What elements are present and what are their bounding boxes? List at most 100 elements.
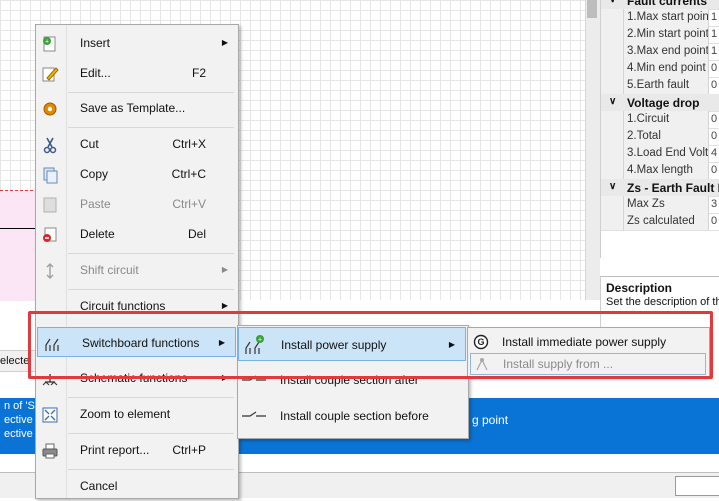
menu-item-label: Insert — [80, 36, 111, 50]
property-name: 4.Min end point — [623, 60, 709, 77]
properties-grid: ∨ Fault currents1.Max start point12.Min s… — [600, 0, 719, 258]
edit-pencil-icon — [42, 67, 59, 82]
property-row[interactable]: 3.Load End Volts 4 — [601, 145, 719, 163]
property-gutter — [601, 145, 623, 162]
description-title: Description — [606, 281, 673, 295]
shortcut-text: Ctrl+C — [171, 167, 206, 181]
property-row[interactable]: 3.Max end point 1 — [601, 43, 719, 61]
property-gutter — [601, 111, 623, 128]
property-value[interactable]: 0 — [711, 77, 719, 94]
menu-item-insert[interactable]: + Insert ▶ — [36, 28, 238, 58]
zoom-fit-icon — [42, 407, 58, 423]
property-value[interactable]: 0 — [711, 60, 719, 77]
delete-icon — [43, 227, 57, 242]
property-value[interactable]: 1 — [711, 43, 719, 60]
shift-arrows-icon — [46, 263, 54, 279]
menu-item-label: Paste — [80, 197, 111, 211]
printer-icon — [42, 443, 58, 459]
property-value[interactable]: 0 — [711, 111, 719, 128]
menu-item-shift-circuit[interactable]: Shift circuit ▶ — [36, 255, 238, 285]
menu-item-label: Edit... — [80, 66, 111, 80]
menu-separator — [68, 253, 234, 254]
property-gutter — [601, 128, 623, 145]
property-category-label: Zs - Earth Fault L — [627, 181, 719, 195]
couple-before-icon — [242, 411, 266, 417]
menu-item-print-report[interactable]: Print report... Ctrl+P — [36, 435, 238, 465]
property-name: 3.Max end point — [623, 43, 709, 60]
menu-separator — [68, 289, 234, 290]
collapse-chevron-icon[interactable]: ∨ — [609, 0, 616, 5]
circuit-line — [0, 228, 38, 229]
property-row[interactable]: 1.Max start point 1 — [601, 9, 719, 27]
property-name: 3.Load End Volts — [623, 145, 709, 162]
property-gutter — [601, 26, 623, 43]
property-gutter — [601, 77, 623, 94]
shortcut-text: Ctrl+V — [172, 197, 206, 211]
highlight-frame — [28, 311, 713, 379]
collapse-chevron-icon[interactable]: ∨ — [609, 181, 616, 192]
menu-item-copy[interactable]: Copy Ctrl+C — [36, 159, 238, 189]
submenu-arrow-icon: ▶ — [221, 38, 228, 47]
property-value[interactable]: 0 — [711, 162, 719, 179]
property-category[interactable]: ∨ Zs - Earth Fault L — [601, 179, 719, 197]
canvas-scroll-thumb[interactable] — [587, 0, 597, 18]
menu-separator — [68, 433, 234, 434]
property-value[interactable]: 0 — [711, 213, 719, 230]
property-value[interactable]: 3 — [711, 196, 719, 213]
property-row[interactable]: 5.Earth fault 0 — [601, 77, 719, 95]
property-name: 4.Max length — [623, 162, 709, 179]
selected-circuit-block[interactable] — [0, 190, 38, 301]
property-category[interactable]: ∨ Voltage drop — [601, 94, 719, 112]
menu-item-label: Save as Template... — [80, 101, 186, 115]
collapse-chevron-icon[interactable]: ∨ — [609, 96, 616, 107]
description-text: Set the description of th — [606, 296, 719, 308]
menu-item-label: Shift circuit — [80, 263, 139, 277]
menu-separator — [68, 127, 234, 128]
menu-item-label: Cut — [80, 137, 99, 151]
property-row[interactable]: 2.Min start point 1 — [601, 26, 719, 44]
property-row[interactable]: Max Zs 3 — [601, 196, 719, 214]
menu-item-zoom-to-element[interactable]: Zoom to element — [36, 399, 238, 429]
property-name: 2.Total — [623, 128, 709, 145]
property-name: 1.Circuit — [623, 111, 709, 128]
info-panel-text: g point — [472, 413, 509, 427]
property-value[interactable]: 1 — [711, 9, 719, 26]
menu-item-label: Print report... — [80, 443, 150, 457]
shortcut-text: Del — [187, 227, 206, 241]
menu-item-label: Install couple section before — [280, 409, 429, 423]
menu-item-edit[interactable]: Edit... F2 — [36, 58, 238, 88]
property-category-label: Voltage drop — [627, 96, 700, 110]
menu-item-install-couple-before[interactable]: Install couple section before — [238, 399, 468, 433]
scissors-icon — [43, 137, 57, 154]
property-value[interactable]: 1 — [711, 26, 719, 43]
menu-item-delete[interactable]: Delete Del — [36, 219, 238, 249]
property-gutter — [601, 60, 623, 77]
property-value[interactable]: 0 — [711, 128, 719, 145]
property-value[interactable]: 4 — [711, 145, 719, 162]
property-category-label: Fault currents — [627, 0, 708, 8]
property-row[interactable]: 2.Total 0 — [601, 128, 719, 146]
canvas-vertical-scrollbar[interactable] — [585, 0, 600, 300]
bottom-input-box[interactable] — [675, 476, 719, 496]
property-gutter — [601, 213, 623, 230]
property-gutter — [601, 9, 623, 26]
property-row[interactable]: 4.Min end point 0 — [601, 60, 719, 78]
menu-separator — [68, 397, 234, 398]
svg-text:+: + — [45, 39, 49, 46]
property-row[interactable]: Zs calculated 0 — [601, 213, 719, 231]
submenu-arrow-icon: ▶ — [221, 265, 228, 274]
insert-icon: + — [43, 36, 56, 52]
menu-item-paste[interactable]: Paste Ctrl+V — [36, 189, 238, 219]
property-name: Max Zs — [623, 196, 709, 213]
shortcut-text: Ctrl+X — [172, 137, 206, 151]
property-row[interactable]: 1.Circuit 0 — [601, 111, 719, 129]
menu-item-label: Zoom to element — [80, 407, 171, 421]
paste-icon — [43, 197, 57, 213]
property-name: 2.Min start point — [623, 26, 709, 43]
menu-item-save-as-template[interactable]: Save as Template... — [36, 93, 238, 123]
menu-item-cut[interactable]: Cut Ctrl+X — [36, 129, 238, 159]
template-gear-icon — [43, 102, 57, 116]
copy-icon — [43, 167, 58, 184]
property-row[interactable]: 4.Max length 0 — [601, 162, 719, 180]
property-gutter — [601, 43, 623, 60]
